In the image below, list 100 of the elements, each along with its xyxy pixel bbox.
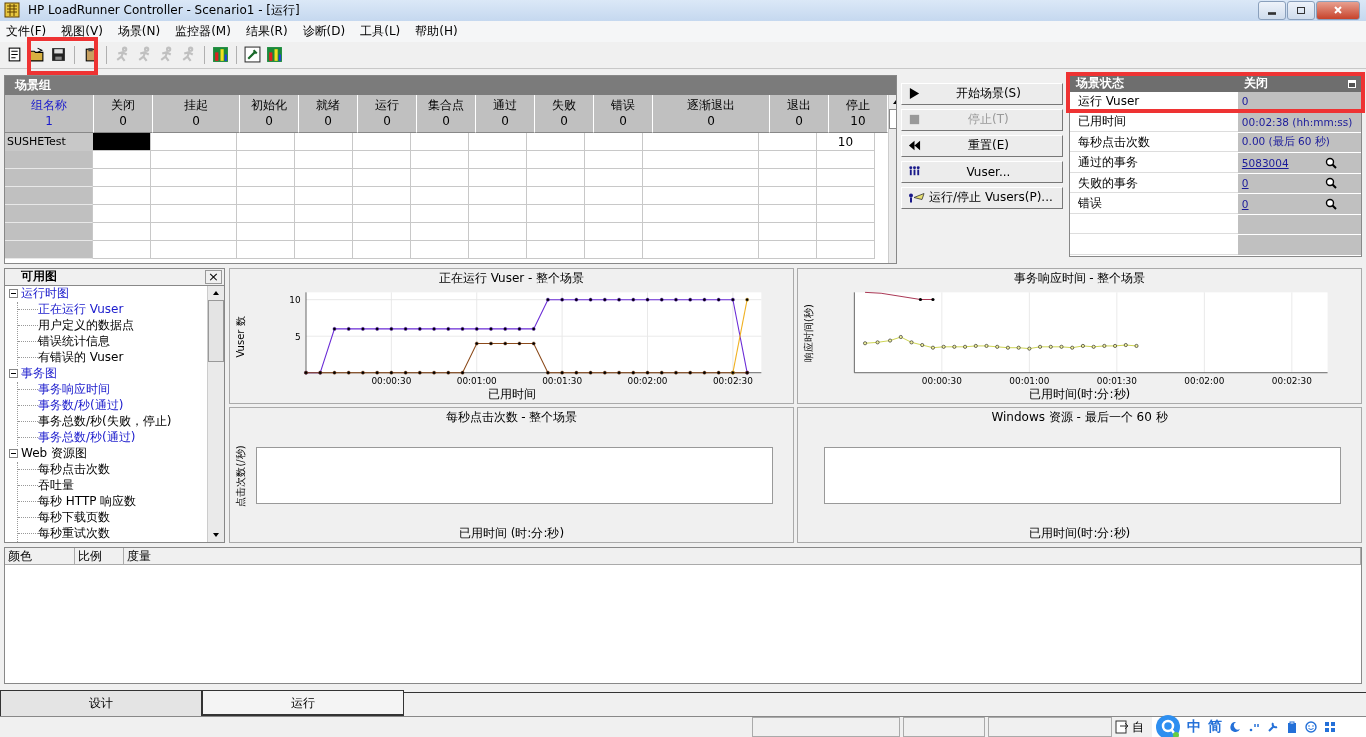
- tab[interactable]: 设计: [0, 690, 202, 716]
- table-cell: [469, 186, 527, 205]
- save-icon[interactable]: [50, 46, 67, 64]
- graph-title: 事务响应时间 - 整个场景: [1012, 269, 1147, 287]
- close-button[interactable]: ×: [205, 269, 222, 284]
- punctuation-icon[interactable]: [1248, 721, 1260, 733]
- collapse-icon[interactable]: [9, 449, 18, 459]
- tree-item[interactable]: 事务图: [21, 365, 57, 383]
- menu-item[interactable]: 文件(F): [6, 22, 47, 40]
- tree-item[interactable]: 吞吐量: [38, 477, 74, 495]
- column-header[interactable]: 停止 10: [829, 94, 888, 133]
- column-header[interactable]: 初始化 0: [240, 94, 299, 133]
- tree-item[interactable]: 事务总数/秒(失败，停止): [38, 413, 172, 431]
- tree-item[interactable]: 用户定义的数据点: [38, 317, 134, 335]
- chart-icon[interactable]: [212, 46, 229, 64]
- column-header[interactable]: 度量: [124, 547, 1361, 564]
- ime-button[interactable]: 简: [1208, 718, 1222, 736]
- tree-item[interactable]: 每秒 HTTP 响应数: [38, 493, 137, 511]
- collapse-icon[interactable]: [9, 369, 18, 379]
- column-header[interactable]: 组名称 1: [5, 94, 94, 133]
- table-cell: [527, 186, 585, 205]
- table-cell: [585, 222, 643, 241]
- tree-item[interactable]: 正在运行 Vuser: [38, 301, 124, 319]
- menu-item[interactable]: 结果(R): [245, 22, 288, 40]
- folder-icon[interactable]: [28, 46, 45, 64]
- search-icon[interactable]: [1325, 156, 1337, 169]
- menu-item[interactable]: 帮助(H): [415, 22, 458, 40]
- tree-item[interactable]: Web 资源图: [21, 445, 87, 463]
- tree-item[interactable]: 事务响应时间: [38, 381, 110, 399]
- table-cell: [527, 222, 585, 241]
- tick-label: 00:02:00: [1184, 376, 1225, 386]
- action-button[interactable]: 开始场景(S): [901, 82, 1063, 105]
- column-header[interactable]: 集合点 0: [417, 94, 476, 133]
- scrollbar[interactable]: [207, 285, 224, 542]
- column-header[interactable]: 退出 0: [770, 94, 829, 133]
- action-button[interactable]: 运行/停止 Vusers(P)...: [901, 186, 1063, 209]
- restore-icon[interactable]: [1347, 78, 1357, 89]
- graph-title: 正在运行 Vuser - 整个场景: [437, 269, 586, 287]
- column-header[interactable]: 运行 0: [358, 94, 417, 133]
- tree-item[interactable]: 错误统计信息: [38, 333, 110, 351]
- column-header[interactable]: 失败 0: [535, 94, 594, 133]
- chart-icon[interactable]: [266, 46, 283, 64]
- tree-item[interactable]: 每秒下载页数: [38, 509, 110, 527]
- scenario-state: 关闭: [1243, 75, 1269, 93]
- column-header[interactable]: 逐渐退出 0: [653, 94, 770, 133]
- menu-item[interactable]: 诊断(D): [302, 22, 346, 40]
- scroll-up-icon[interactable]: [893, 99, 896, 104]
- document-icon[interactable]: [6, 46, 23, 64]
- menu-item[interactable]: 场景(N): [117, 22, 161, 40]
- tree-item[interactable]: 事务总数/秒(通过): [38, 429, 136, 447]
- table-cell: [411, 240, 469, 259]
- wrench-icon[interactable]: [244, 46, 261, 64]
- status-value: 00:02:38 (hh:mm:ss): [1241, 115, 1353, 128]
- column-header[interactable]: 比例: [75, 547, 124, 564]
- moon-icon[interactable]: [1229, 721, 1241, 733]
- table-cell: [353, 204, 411, 223]
- wrench-icon[interactable]: [1267, 721, 1279, 733]
- table-cell: [93, 150, 151, 169]
- collapse-icon[interactable]: [9, 289, 18, 299]
- close-button[interactable]: [1316, 0, 1360, 20]
- tab[interactable]: 运行: [202, 690, 404, 716]
- table-cell: [93, 204, 151, 223]
- status-link[interactable]: 0: [1241, 177, 1249, 190]
- menu-item[interactable]: 监控器(M): [175, 22, 231, 40]
- minimize-button[interactable]: [1258, 0, 1286, 20]
- menu-item[interactable]: 工具(L): [360, 22, 401, 40]
- table-cell: [295, 222, 353, 241]
- status-link[interactable]: 0: [1241, 197, 1249, 210]
- menu-item[interactable]: 视图(V): [61, 22, 103, 40]
- tick-label: 5: [294, 331, 301, 342]
- maximize-button[interactable]: [1287, 0, 1315, 20]
- column-header[interactable]: 挂起 0: [153, 94, 240, 133]
- ime-button[interactable]: 中: [1187, 718, 1201, 736]
- scroll-down-icon[interactable]: [213, 532, 219, 537]
- search-icon[interactable]: [1325, 177, 1337, 190]
- tree-item[interactable]: 运行时图: [21, 285, 69, 303]
- tree-item[interactable]: 有错误的 Vuser: [38, 349, 124, 367]
- table-cell: [353, 186, 411, 205]
- column-header[interactable]: 颜色: [5, 547, 75, 564]
- scroll-thumb[interactable]: [208, 299, 224, 362]
- search-icon[interactable]: [1325, 197, 1337, 210]
- column-header[interactable]: 错误 0: [594, 94, 653, 133]
- table-cell: [759, 240, 817, 259]
- tree-item[interactable]: 每秒点击次数: [38, 461, 110, 479]
- table-cell: [93, 222, 151, 241]
- scroll-up-icon[interactable]: [213, 290, 219, 295]
- table-cell: [585, 204, 643, 223]
- column-header[interactable]: 关闭 0: [94, 94, 153, 133]
- tick-label: 00:02:30: [1271, 376, 1312, 386]
- tick-label: 00:02:00: [627, 376, 668, 386]
- action-button[interactable]: Vuser...: [901, 160, 1063, 183]
- grid-icon[interactable]: [1324, 721, 1336, 733]
- tree-item[interactable]: 每秒重试次数: [38, 525, 110, 542]
- tree-item[interactable]: 事务数/秒(通过): [38, 397, 124, 415]
- action-button[interactable]: 重置(E): [901, 134, 1063, 157]
- smiley-icon[interactable]: [1305, 721, 1317, 733]
- column-header[interactable]: 通过 0: [476, 94, 535, 133]
- table-cell: [469, 240, 527, 259]
- column-header[interactable]: 就绪 0: [299, 94, 358, 133]
- table-cell: [237, 186, 295, 205]
